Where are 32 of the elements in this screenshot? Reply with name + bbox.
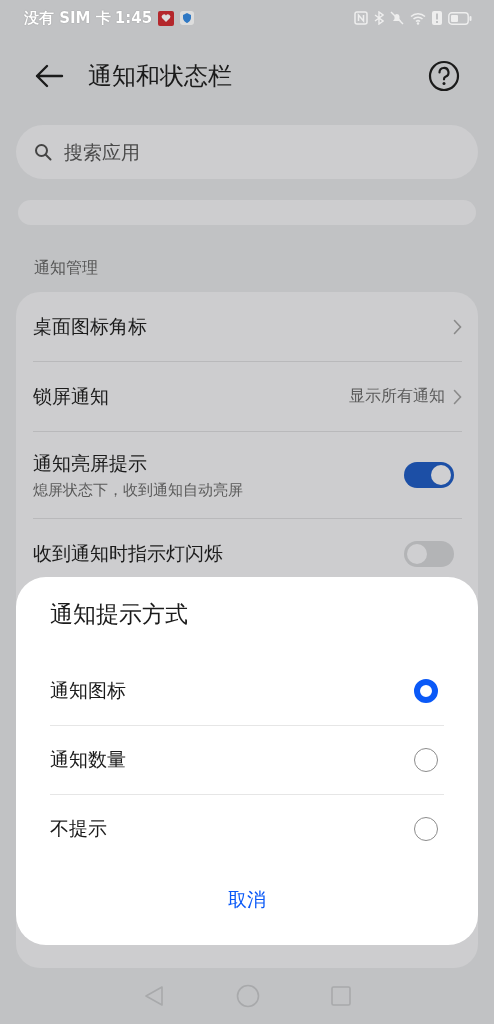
search-field[interactable]: 搜索应用 bbox=[16, 125, 478, 179]
shield-icon bbox=[180, 11, 195, 25]
clock-text: 1:45 bbox=[114, 9, 153, 27]
cancel-button[interactable]: 取消 bbox=[212, 879, 282, 921]
battery-icon bbox=[448, 11, 472, 25]
toggle-switch[interactable] bbox=[404, 462, 454, 488]
back-button[interactable] bbox=[34, 64, 64, 88]
help-icon[interactable] bbox=[428, 60, 460, 92]
setting-title: 通知亮屏提示 bbox=[33, 450, 148, 476]
option-label[interactable]: 通知数量 bbox=[50, 747, 126, 773]
setting-value: 显示所有通知 bbox=[349, 386, 445, 407]
option-label[interactable]: 不提示 bbox=[50, 816, 107, 842]
carrier-text: 没有 SIM 卡 bbox=[24, 8, 111, 28]
chevron-icon[interactable] bbox=[453, 388, 462, 405]
wifi-icon bbox=[410, 11, 426, 25]
bluetooth-icon bbox=[374, 11, 384, 25]
app-notification-icon bbox=[158, 10, 175, 26]
setting-description: 熄屏状态下，收到通知自动亮屏 bbox=[33, 480, 244, 500]
option-label[interactable]: 通知图标 bbox=[50, 678, 126, 704]
dialog-title: 通知提示方式 bbox=[50, 600, 189, 629]
setting-title: 锁屏通知 bbox=[33, 383, 110, 409]
setting-title: 收到通知时指示灯闪烁 bbox=[33, 540, 224, 566]
chevron-icon[interactable] bbox=[453, 318, 462, 335]
page-title: 通知和状态栏 bbox=[88, 61, 232, 92]
toggle-switch[interactable] bbox=[404, 540, 454, 567]
setting-title: 桌面图标角标 bbox=[33, 313, 148, 339]
section-label: 通知管理 bbox=[34, 258, 99, 279]
search-icon bbox=[34, 143, 52, 161]
radio-button[interactable] bbox=[414, 679, 438, 703]
bell-off-icon bbox=[390, 11, 404, 25]
alert-icon bbox=[432, 11, 442, 25]
nfc-icon bbox=[354, 11, 368, 25]
